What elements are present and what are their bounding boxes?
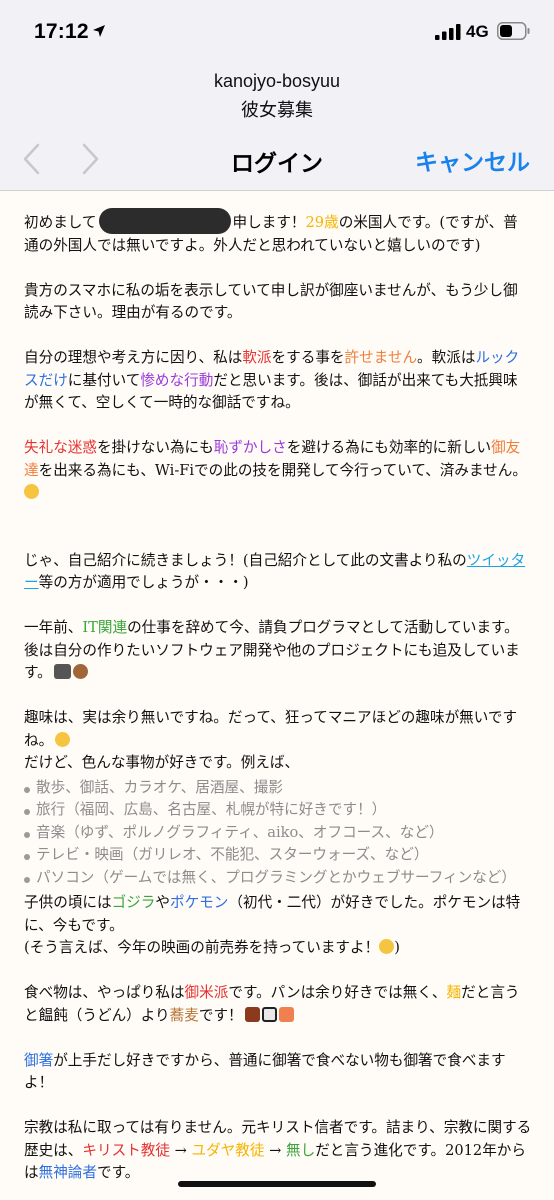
blank-gap	[24, 505, 532, 550]
paragraph-intro: 初めまして 申します！29歳の米国人です。(ですが、普通の外国人では無いですよ。外…	[24, 208, 532, 257]
status-bar: 17:12 4G	[0, 0, 554, 60]
onigiri-emoji	[261, 1006, 277, 1022]
paragraph-apology: 貴方のスマホに私の垢を表示していて申し訳が御座いませんが、もう少し御読み下さい。…	[24, 281, 518, 322]
paragraph-religion: 宗教は私に取っては有りません。元キリスト信者です。詰まり、宗教に関する歴史は、キ…	[24, 1119, 532, 1181]
paragraph-self-intro: じゃ、自己紹介に続きましょう！(自己紹介として此の文書より私のツイッター等の方が…	[24, 551, 526, 592]
paragraph-hobbies-intro: 趣味は、実は余り無いですね。だって、狂ってマニアほどの趣味が無いですね。 だけど…	[24, 709, 518, 771]
paragraph-work: 一年前、IT関連の仕事を辞めて今、請負プログラマとして活動しています。後は自分の…	[24, 619, 520, 681]
paragraph-purpose: 失礼な迷惑を掛けない為にも恥ずかしさを避ける為にも効率的に新しい御友達を出来る為…	[24, 437, 532, 505]
captive-portal-content[interactable]: 初めまして 申します！29歳の米国人です。(ですが、普通の外国人では無いですよ。外…	[0, 190, 554, 1200]
laptop-emoji	[53, 664, 71, 679]
paragraph-food: 食べ物は、やっぱり私は御米派です。パンは余り好きでは無く、麺だと言うと饂飩（うど…	[24, 984, 520, 1024]
status-time: 17:12	[34, 20, 89, 43]
list-item: 音楽（ゆず、ポルノグラフィティ、aiko、オフコース、など）	[24, 822, 532, 845]
bento-emoji	[244, 1006, 260, 1022]
paragraph-chopsticks: 御箸が上手だし好きですから、普通に御箸で食べない物も御箸で食べますよ！	[24, 1051, 506, 1092]
list-item: パソコン（ゲームでは無く、プログラミングとかウェブサーフィンなど）	[24, 867, 532, 890]
paragraph-ideals: 自分の理想や考え方に因り、私は軟派をする事を許せません。軟派はルックスだけに基付…	[24, 349, 520, 411]
signal-icon	[435, 24, 461, 40]
location-arrow-icon	[93, 25, 105, 37]
disappointed-face-emoji	[24, 484, 39, 499]
squirrel-emoji	[72, 664, 88, 679]
redacted-name	[98, 208, 231, 234]
sushi-emoji	[278, 1006, 294, 1022]
battery-icon	[497, 22, 530, 40]
list-item: テレビ・映画（ガリレオ、不能犯、スターウォーズ、など）	[24, 844, 532, 867]
home-indicator[interactable]	[178, 1181, 376, 1187]
article-body: 初めまして 申します！29歳の米国人です。(ですが、普通の外国人では無いですよ。外…	[0, 191, 554, 1185]
page-title: 彼女募集	[241, 100, 313, 121]
grinning-face-emoji	[379, 939, 395, 954]
list-item: 散歩、御話、カラオケ、居酒屋、撮影	[24, 777, 532, 800]
network-type: 4G	[466, 22, 489, 41]
hobby-list: 散歩、御話、カラオケ、居酒屋、撮影 旅行（福岡、広島、名古屋、札幌が特に好きです…	[24, 777, 532, 890]
list-item: 旅行（福岡、広島、名古屋、札幌が特に好きです！）	[24, 799, 532, 822]
paragraph-childhood: 子供の頃にはゴジラやポケモン（初代・二代）が好きでした。ポケモンは特に、今もです…	[24, 894, 521, 956]
site-name: kanojyo-bosyuu	[213, 71, 341, 91]
sweat-smile-emoji	[55, 731, 71, 747]
cancel-button[interactable]: キャンセル	[415, 143, 530, 177]
